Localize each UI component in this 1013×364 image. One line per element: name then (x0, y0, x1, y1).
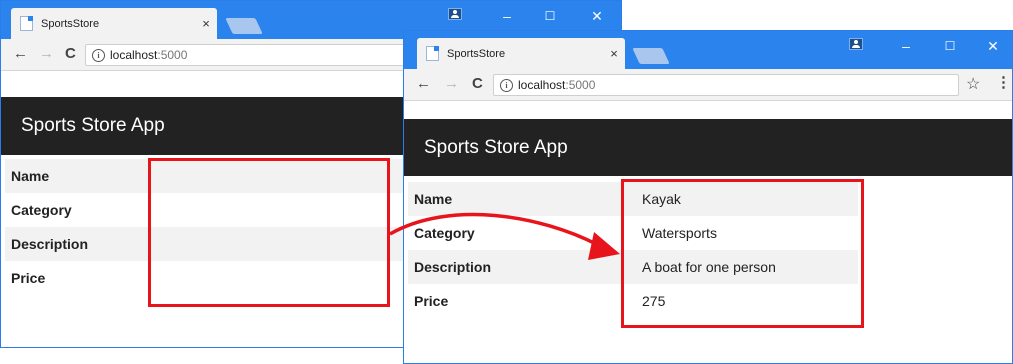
arrow-head (588, 232, 620, 260)
arrow-line (389, 212, 599, 247)
arrow-annotation (389, 212, 620, 260)
